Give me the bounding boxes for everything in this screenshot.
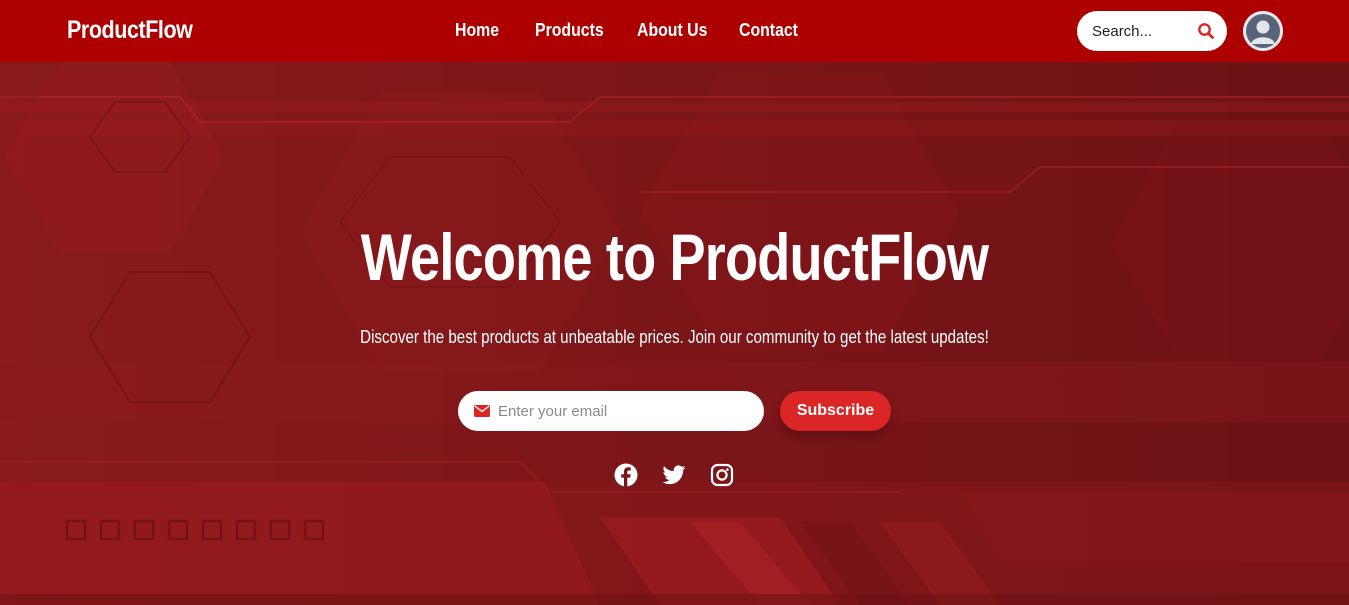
- user-avatar[interactable]: [1243, 11, 1283, 51]
- nav-link-home[interactable]: Home: [455, 20, 499, 41]
- nav-link-about-us[interactable]: About Us: [637, 20, 707, 41]
- nav-link-products[interactable]: Products: [535, 20, 604, 41]
- facebook-icon[interactable]: [614, 463, 638, 487]
- subscribe-button[interactable]: Subscribe: [780, 391, 891, 431]
- hero-subtitle: Discover the best products at unbeatable…: [360, 327, 989, 347]
- brand-logo[interactable]: ProductFlow: [67, 16, 193, 45]
- hero-title: Welcome to ProductFlow: [360, 220, 989, 294]
- envelope-icon: [474, 405, 490, 417]
- search-icon[interactable]: [1197, 22, 1215, 40]
- top-navbar: ProductFlow Home Products About Us Conta…: [0, 0, 1349, 62]
- twitter-icon[interactable]: [662, 463, 686, 487]
- main-nav: Home Products About Us Contact: [455, 20, 846, 41]
- user-avatar-icon: [1243, 11, 1283, 51]
- hero-section: Welcome to ProductFlow Discover the best…: [0, 62, 1349, 605]
- email-input[interactable]: [498, 401, 748, 421]
- nav-link-contact[interactable]: Contact: [739, 20, 798, 41]
- search-input[interactable]: [1092, 21, 1192, 41]
- email-field-wrapper: [458, 391, 764, 431]
- instagram-icon[interactable]: [710, 463, 734, 487]
